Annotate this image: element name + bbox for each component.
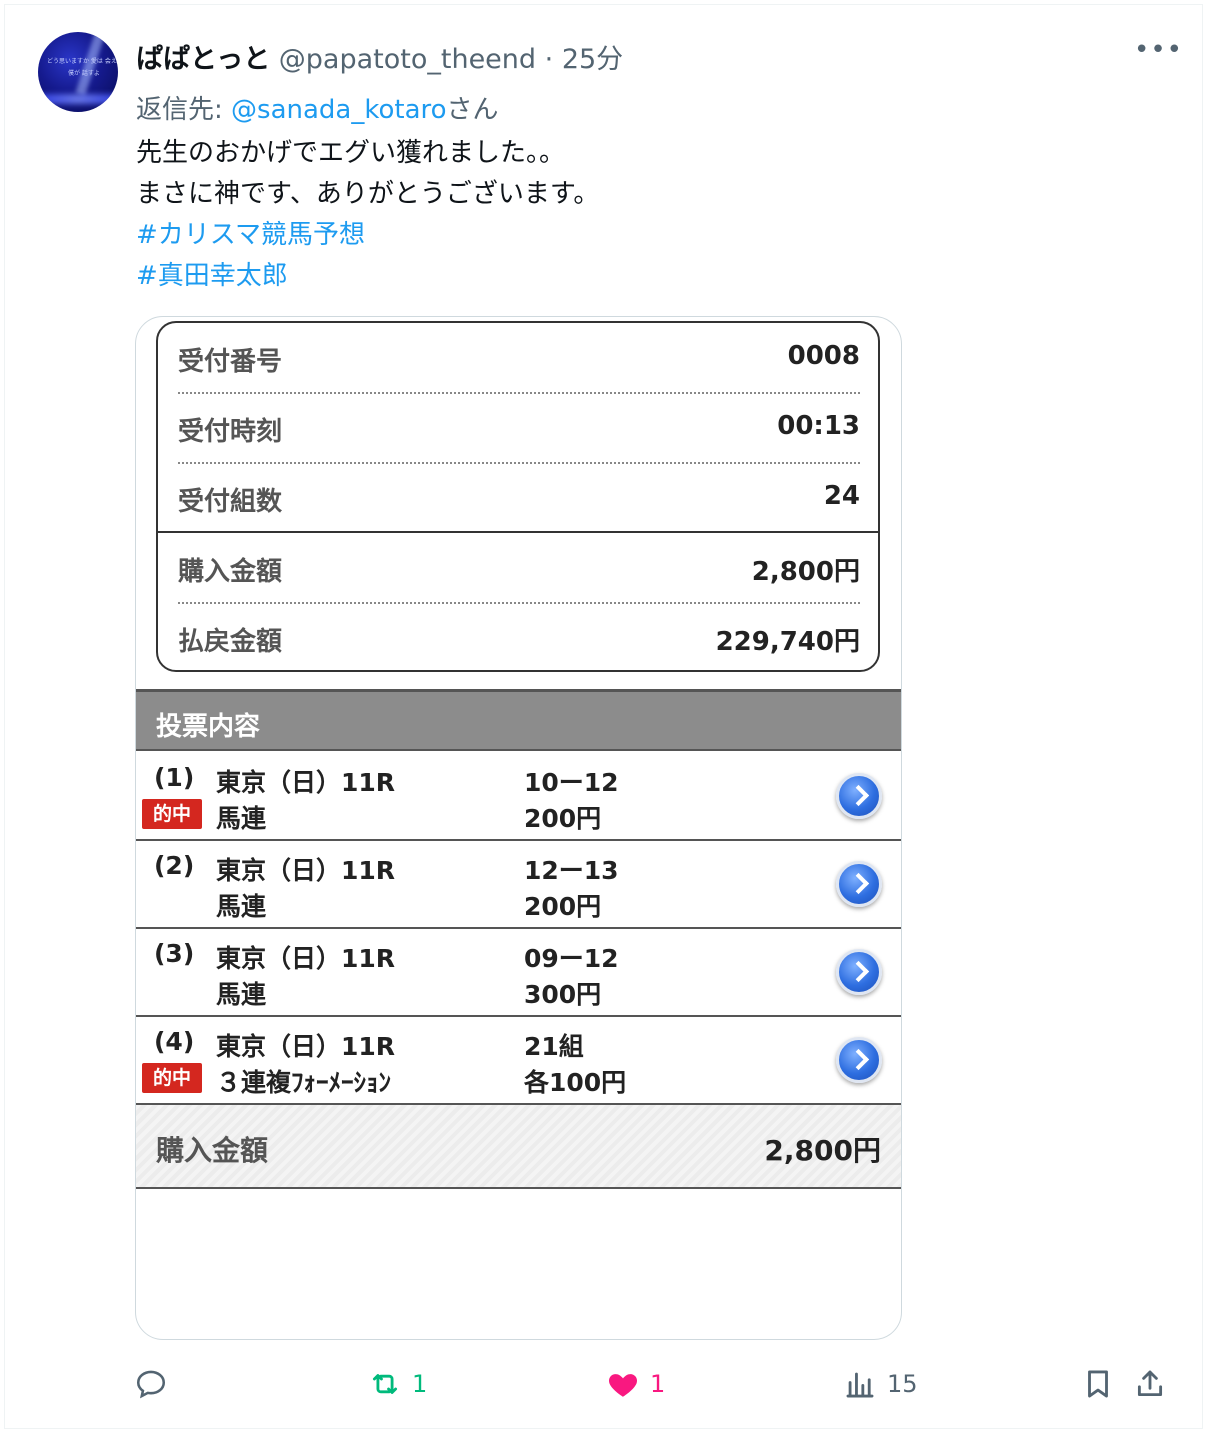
- total-label: 購入金額: [156, 1134, 269, 1167]
- avatar-caption-1: どう思いますか 愛は 会えないけど: [47, 58, 118, 65]
- receipt-label: 受付時刻: [178, 417, 283, 447]
- reply-to-link[interactable]: @sanada_kotaro: [231, 95, 447, 125]
- section-header: 投票内容: [136, 689, 901, 751]
- hashtag-link[interactable]: #カリスマ競馬予想: [136, 215, 599, 256]
- receipt-row: 受付組数 24: [178, 463, 860, 533]
- views-chart-icon: [846, 1372, 874, 1398]
- bet-venue: 東京（日）11R: [216, 944, 396, 973]
- reply-icon: [136, 1370, 166, 1399]
- tweet-text-line-2: まさに神です、ありがとうございます。: [136, 179, 600, 209]
- bet-combination: 09ー12: [524, 944, 619, 973]
- bet-amount: 200円: [524, 804, 602, 833]
- total-row: 購入金額 2,800円: [136, 1105, 901, 1189]
- action-bar: 1 1 15: [0, 1364, 1213, 1404]
- bet-number: (2): [154, 851, 195, 880]
- bet-venue: 東京（日）11R: [216, 768, 396, 797]
- receipt-value: 229,740円: [715, 627, 860, 657]
- bet-row[interactable]: (4) 東京（日）11R 的中 ３連複ﾌｫｰﾒｰｼｮﾝ 21組 各100円: [136, 1017, 901, 1105]
- display-name[interactable]: ぱぱとっと: [136, 44, 270, 75]
- retweet-icon: [372, 1374, 398, 1394]
- receipt-row: 受付番号 0008: [178, 323, 860, 393]
- bet-type: 馬連: [216, 804, 267, 833]
- tweet-time[interactable]: 25分: [562, 44, 623, 75]
- receipt-value: 2,800円: [751, 557, 860, 587]
- tweet-header: ぱぱとっと @papatoto_theend · 25分: [136, 37, 623, 76]
- reply-context: 返信先: @sanada_kotaroさん: [136, 89, 499, 126]
- receipt-row: 購入金額 2,800円: [178, 533, 860, 603]
- bookmark-icon: [1088, 1370, 1108, 1398]
- tweet-image[interactable]: 受付番号 0008 受付時刻 00:13 受付組数 24 購入金額 2,800円…: [135, 316, 902, 1340]
- hit-badge: 的中: [142, 1063, 202, 1093]
- bet-row[interactable]: (1) 東京（日）11R 的中 馬連 10ー12 200円: [136, 753, 901, 841]
- tweet-text: 先生のおかげでエグい獲れました。。 まさに神です、ありがとうございます。 #カリ…: [136, 133, 599, 297]
- bookmark-button[interactable]: [1081, 1364, 1115, 1404]
- hashtag-link[interactable]: #真田幸太郎: [136, 256, 599, 297]
- bet-combination: 10ー12: [524, 768, 619, 797]
- hit-badge: 的中: [142, 799, 202, 829]
- receipt-row: 受付時刻 00:13: [178, 393, 860, 463]
- more-options-icon[interactable]: •••: [1134, 35, 1183, 65]
- views-button[interactable]: 15: [843, 1364, 918, 1404]
- heart-icon: [608, 1374, 638, 1397]
- bet-type: ３連複ﾌｫｰﾒｰｼｮﾝ: [216, 1068, 392, 1097]
- bet-amount: 200円: [524, 892, 602, 921]
- like-count: 1: [650, 1370, 666, 1398]
- section-title: 投票内容: [156, 712, 261, 742]
- bet-venue: 東京（日）11R: [216, 1032, 396, 1061]
- retweet-count: 1: [412, 1370, 428, 1398]
- bet-number: (3): [154, 939, 195, 968]
- chevron-right-icon[interactable]: [836, 773, 882, 819]
- receipt-value: 24: [823, 481, 860, 511]
- reply-prefix: 返信先:: [136, 95, 232, 125]
- total-value: 2,800円: [764, 1134, 881, 1167]
- bet-number: (1): [154, 763, 195, 792]
- bet-combination: 12ー13: [524, 856, 619, 885]
- chevron-right-icon[interactable]: [836, 861, 882, 907]
- receipt-summary-box: 受付番号 0008 受付時刻 00:13 受付組数 24 購入金額 2,800円…: [156, 321, 880, 672]
- bet-number: (4): [154, 1027, 195, 1056]
- chevron-right-icon[interactable]: [836, 1037, 882, 1083]
- header-separator: ·: [536, 44, 562, 75]
- tweet-card[interactable]: どう思いますか 愛は 会えないけど 僕が 話すよ ぱぱとっと @papatoto…: [4, 4, 1203, 1429]
- receipt-label: 払戻金額: [178, 627, 283, 657]
- receipt-value: 00:13: [777, 411, 860, 441]
- views-count: 15: [887, 1370, 918, 1398]
- reply-suffix: さん: [446, 95, 499, 125]
- avatar-stage-lights: [38, 94, 118, 104]
- reply-button[interactable]: [134, 1364, 178, 1404]
- receipt-value: 0008: [787, 341, 860, 371]
- receipt-row: 払戻金額 229,740円: [178, 603, 860, 673]
- bet-row[interactable]: (2) 東京（日）11R 馬連 12ー13 200円: [136, 841, 901, 929]
- retweet-button[interactable]: 1: [368, 1364, 427, 1404]
- like-button[interactable]: 1: [606, 1364, 665, 1404]
- bet-type: 馬連: [216, 980, 267, 1009]
- bet-venue: 東京（日）11R: [216, 856, 396, 885]
- receipt-label: 購入金額: [178, 557, 283, 587]
- bet-amount: 300円: [524, 980, 602, 1009]
- receipt-label: 受付組数: [178, 487, 283, 517]
- bet-type: 馬連: [216, 892, 267, 921]
- share-button[interactable]: [1133, 1364, 1167, 1404]
- receipt-label: 受付番号: [178, 347, 283, 377]
- avatar[interactable]: どう思いますか 愛は 会えないけど 僕が 話すよ: [38, 32, 118, 112]
- chevron-right-icon[interactable]: [836, 949, 882, 995]
- tweet-text-line-1: 先生のおかげでエグい獲れました。。: [136, 138, 566, 168]
- bet-row[interactable]: (3) 東京（日）11R 馬連 09ー12 300円: [136, 929, 901, 1017]
- user-handle[interactable]: @papatoto_theend: [279, 44, 536, 75]
- avatar-caption-2: 僕が 話すよ: [68, 70, 100, 77]
- share-icon: [1137, 1370, 1163, 1397]
- bet-amount: 各100円: [524, 1068, 627, 1097]
- bet-combination: 21組: [524, 1032, 584, 1061]
